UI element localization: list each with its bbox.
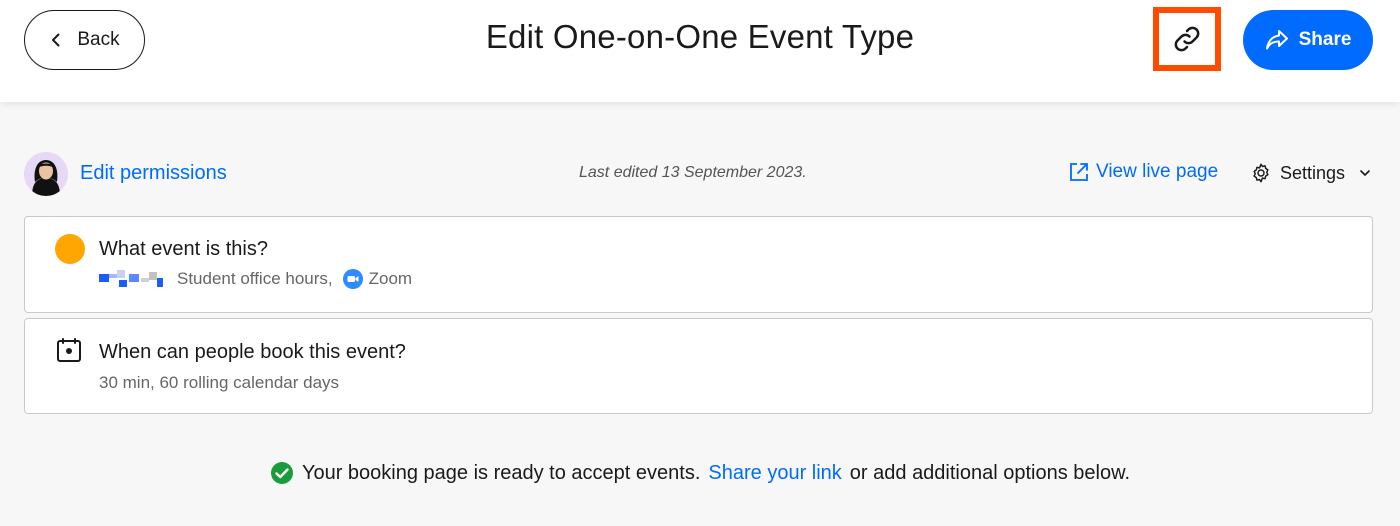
event-location-text: Zoom — [368, 269, 413, 288]
event-details-title: What event is this? — [99, 238, 268, 260]
last-edited-text: Last edited 13 September 2023. — [579, 164, 807, 181]
event-name-text: Student office hours, — [177, 269, 333, 288]
share-label: Share — [1298, 29, 1352, 50]
edit-permissions-link[interactable]: Edit permissions — [80, 162, 227, 185]
share-button[interactable]: Share — [1243, 10, 1373, 70]
ready-text-after: or add additional options below. — [849, 461, 1131, 484]
view-live-page-link[interactable]: View live page — [1068, 161, 1218, 183]
view-live-label: View live page — [1096, 161, 1219, 182]
zoom-icon — [342, 269, 363, 289]
copy-link-button[interactable] — [1153, 7, 1221, 71]
event-color-dot — [55, 234, 85, 264]
event-details-card[interactable]: What event is this? Student office hours… — [24, 216, 1373, 313]
availability-title: When can people book this event? — [99, 341, 406, 363]
meta-row: Edit permissions Last edited 13 Septembe… — [24, 152, 1374, 198]
settings-dropdown[interactable]: Settings — [1250, 162, 1371, 184]
check-circle-icon — [270, 462, 293, 484]
top-bar: Back Edit One-on-One Event Type Share — [0, 0, 1400, 102]
availability-subtitle: 30 min, 60 rolling calendar days — [99, 373, 340, 392]
external-link-icon — [1070, 163, 1088, 181]
event-details-subtitle: Student office hours, Zoom — [99, 269, 412, 289]
availability-card[interactable]: When can people book this event? 30 min,… — [24, 318, 1373, 414]
avatar — [24, 152, 68, 196]
chevron-down-icon — [1360, 170, 1370, 176]
share-arrow-icon — [1265, 30, 1288, 50]
redacted-image — [99, 270, 169, 288]
gear-icon — [1253, 163, 1269, 183]
link-icon — [1174, 26, 1200, 52]
share-your-link[interactable]: Share your link — [708, 462, 841, 485]
settings-label: Settings — [1280, 162, 1346, 183]
calendar-icon — [57, 338, 81, 362]
ready-text-before: Your booking page is ready to accept eve… — [301, 461, 701, 484]
booking-ready-message: Your booking page is ready to accept eve… — [0, 461, 1400, 485]
